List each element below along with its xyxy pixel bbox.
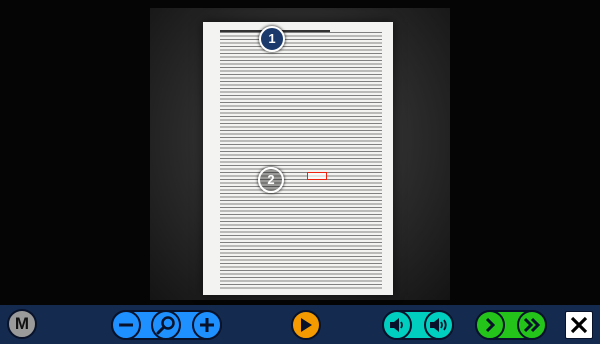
zoom-in-button[interactable] — [192, 310, 222, 340]
speed-down-button[interactable] — [475, 310, 505, 340]
reading-marker-1[interactable]: 1 — [259, 26, 285, 52]
document-page — [203, 22, 393, 295]
volume-up-icon — [430, 318, 447, 332]
camera-view: 1 2 — [0, 0, 600, 305]
zoom-out-button[interactable] — [111, 310, 141, 340]
speed-up-button[interactable] — [517, 310, 547, 340]
zoom-in-icon — [200, 318, 214, 332]
volume-up-button[interactable] — [424, 310, 454, 340]
zoom-out-icon — [119, 323, 133, 327]
close-icon — [570, 316, 588, 334]
reading-marker-2[interactable]: 2 — [258, 167, 284, 193]
close-button[interactable] — [565, 311, 593, 339]
play-button[interactable] — [291, 310, 321, 340]
menu-icon: M — [14, 314, 30, 333]
zoom-button[interactable] — [151, 310, 181, 340]
speed-up-icon — [523, 317, 541, 333]
bottom-toolbar: M — [0, 305, 600, 344]
zoom-icon — [156, 316, 175, 335]
document-text-lines — [220, 32, 382, 290]
current-word-highlight — [307, 172, 327, 180]
volume-down-button[interactable] — [382, 310, 412, 340]
volume-down-icon — [390, 318, 403, 332]
menu-button[interactable]: M — [7, 309, 37, 339]
play-icon — [301, 318, 312, 332]
speed-down-icon — [485, 317, 496, 333]
